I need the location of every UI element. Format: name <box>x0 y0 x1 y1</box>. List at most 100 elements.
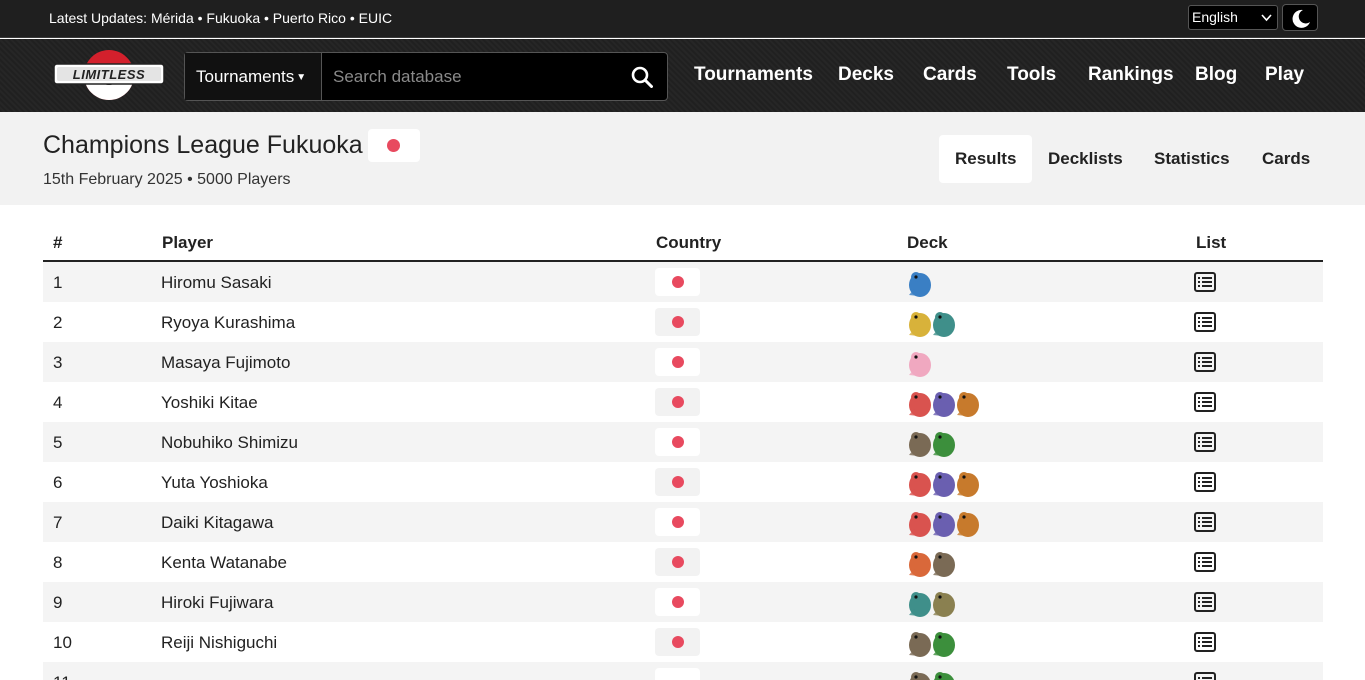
theme-toggle-button[interactable] <box>1282 4 1318 31</box>
country-flag <box>655 588 700 616</box>
pokemon-sprite-icon <box>928 545 960 584</box>
player-name[interactable]: Yuta Yoshioka <box>161 473 268 493</box>
pokemon-sprite-icon <box>904 265 936 304</box>
pokemon-sprite-icon <box>952 505 984 544</box>
player-name[interactable]: Ryoya Kurashima <box>161 313 295 333</box>
player-name[interactable]: Hiroki Fujiwara <box>161 593 273 613</box>
player-name[interactable]: Daiki Kitagawa <box>161 513 273 533</box>
chevron-down-icon <box>1261 6 1272 38</box>
column-header-country[interactable]: Country <box>656 233 721 253</box>
nav-link-decks[interactable]: Decks <box>838 64 894 86</box>
japan-flag-icon <box>672 476 684 488</box>
latest-updates-text[interactable]: Latest Updates: Mérida • Fukuoka • Puert… <box>49 10 392 26</box>
decklist-icon[interactable] <box>1194 592 1216 617</box>
country-flag <box>655 508 700 536</box>
search-bar: Tournaments ▼ <box>184 52 668 101</box>
column-header-player[interactable]: Player <box>162 233 213 253</box>
decklist-icon[interactable] <box>1194 512 1216 537</box>
pokemon-sprite-icon <box>904 345 936 384</box>
decklist-icon[interactable] <box>1194 552 1216 577</box>
decklist-icon[interactable] <box>1194 392 1216 417</box>
rank-cell: 7 <box>53 513 63 532</box>
player-name[interactable]: Kenta Watanabe <box>161 553 287 573</box>
japan-flag-icon <box>672 356 684 368</box>
pokemon-sprite-icon <box>928 625 960 664</box>
language-select-value: English <box>1192 9 1238 25</box>
tab-cards[interactable]: Cards <box>1246 135 1326 183</box>
pokemon-sprite-icon <box>952 465 984 504</box>
tab-decklists[interactable]: Decklists <box>1032 135 1139 183</box>
nav-link-cards[interactable]: Cards <box>923 64 977 86</box>
country-flag <box>655 268 700 296</box>
player-name[interactable]: Masaya Fujimoto <box>161 353 290 373</box>
tournament-header: Champions League Fukuoka 15th February 2… <box>0 112 1365 205</box>
table-row: 3 Masaya Fujimoto <box>43 342 1323 382</box>
language-select[interactable]: English <box>1188 5 1278 30</box>
rank-cell: 5 <box>53 433 63 452</box>
table-header: # Player Country Deck List <box>43 222 1323 262</box>
table-row: 11 <box>43 662 1323 680</box>
pokemon-sprite-icon <box>928 425 960 464</box>
tournament-subtitle: 15th February 2025 • 5000 Players <box>43 171 291 188</box>
decklist-icon[interactable] <box>1194 472 1216 497</box>
rank-cell: 11 <box>53 673 71 680</box>
rank-cell: 10 <box>53 633 72 652</box>
table-row: 9 Hiroki Fujiwara <box>43 582 1323 622</box>
pokemon-sprite-icon <box>928 305 960 344</box>
nav-link-tools[interactable]: Tools <box>1007 64 1056 86</box>
search-category-dropdown[interactable]: Tournaments ▼ <box>185 53 322 100</box>
table-row: 4 Yoshiki Kitae <box>43 382 1323 422</box>
decklist-icon[interactable] <box>1194 352 1216 377</box>
nav-link-rankings[interactable]: Rankings <box>1088 64 1174 86</box>
search-icon[interactable] <box>631 66 653 93</box>
column-header-rank: # <box>53 233 63 252</box>
table-row: 6 Yuta Yoshioka <box>43 462 1323 502</box>
svg-text:LIMITLESS: LIMITLESS <box>73 67 145 82</box>
top-bar: Latest Updates: Mérida • Fukuoka • Puert… <box>0 0 1365 38</box>
decklist-icon[interactable] <box>1194 432 1216 457</box>
tab-results[interactable]: Results <box>939 135 1033 183</box>
country-flag <box>655 348 700 376</box>
table-row: 1 Hiromu Sasaki <box>43 262 1323 302</box>
japan-flag-icon <box>672 636 684 648</box>
japan-flag-icon <box>672 516 684 528</box>
country-flag <box>655 428 700 456</box>
decklist-icon[interactable] <box>1194 672 1216 680</box>
nav-link-tournaments[interactable]: Tournaments <box>694 64 813 86</box>
rank-cell: 1 <box>53 273 63 292</box>
search-category-label: Tournaments <box>196 67 295 86</box>
rank-cell: 9 <box>53 593 63 612</box>
country-flag <box>655 628 700 656</box>
japan-flag-icon <box>672 556 684 568</box>
pokemon-sprite-icon <box>928 665 960 680</box>
table-row: 7 Daiki Kitagawa <box>43 502 1323 542</box>
pokemon-sprite-icon <box>928 585 960 624</box>
country-flag <box>655 668 700 680</box>
table-row: 2 Ryoya Kurashima <box>43 302 1323 342</box>
country-flag <box>655 388 700 416</box>
decklist-icon[interactable] <box>1194 312 1216 337</box>
tab-statistics[interactable]: Statistics <box>1138 135 1246 183</box>
player-name[interactable]: Yoshiki Kitae <box>161 393 258 413</box>
search-input[interactable] <box>323 53 623 100</box>
limitless-logo[interactable]: LIMITLESS <box>52 49 166 106</box>
decklist-icon[interactable] <box>1194 632 1216 657</box>
moon-icon <box>1292 9 1310 28</box>
rank-cell: 8 <box>53 553 63 572</box>
main-nav: LIMITLESS Tournaments▼ Tournaments Decks… <box>0 39 1365 112</box>
table-row: 10 Reiji Nishiguchi <box>43 622 1323 662</box>
player-name[interactable]: Hiromu Sasaki <box>161 273 272 293</box>
player-name[interactable]: Nobuhiko Shimizu <box>161 433 298 453</box>
player-name[interactable]: Reiji Nishiguchi <box>161 633 277 653</box>
table-row: 5 Nobuhiko Shimizu <box>43 422 1323 462</box>
japan-flag-icon <box>672 596 684 608</box>
japan-flag-icon <box>672 396 684 408</box>
country-flag <box>368 129 420 162</box>
column-header-list: List <box>1196 233 1227 252</box>
table-row: 8 Kenta Watanabe <box>43 542 1323 582</box>
decklist-icon[interactable] <box>1194 272 1216 297</box>
column-header-deck[interactable]: Deck <box>907 233 948 253</box>
pokemon-sprite-icon <box>952 385 984 424</box>
nav-link-blog[interactable]: Blog <box>1195 64 1237 86</box>
nav-link-play[interactable]: Play <box>1265 64 1304 86</box>
